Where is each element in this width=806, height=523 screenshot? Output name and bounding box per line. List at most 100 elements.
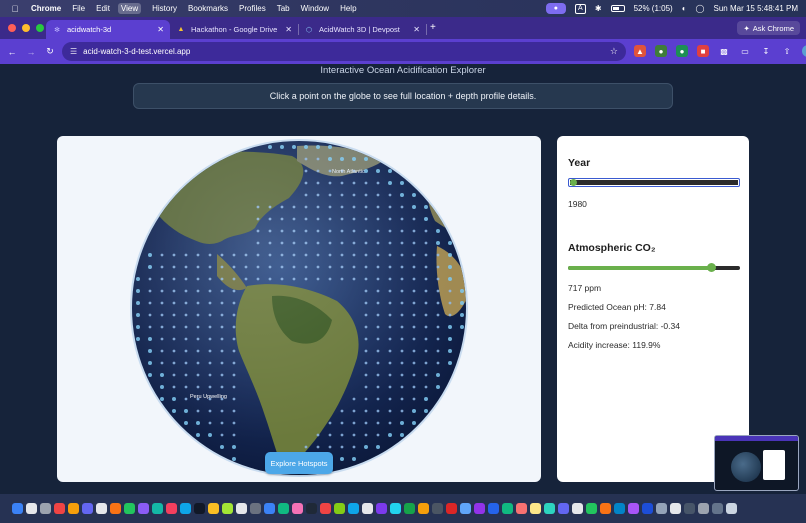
- share-icon[interactable]: ⇧: [781, 45, 793, 57]
- reload-icon[interactable]: ↻: [43, 46, 57, 57]
- dock-app-icon[interactable]: [96, 503, 107, 514]
- control-center-icon[interactable]: ◯: [696, 4, 705, 13]
- new-tab-button[interactable]: +: [430, 22, 436, 33]
- picture-in-picture-preview[interactable]: [714, 435, 799, 491]
- dock-app-icon[interactable]: [40, 503, 51, 514]
- dock-app-icon[interactable]: [152, 503, 163, 514]
- globe-label-south[interactable]: Peru Upwelling: [190, 394, 227, 400]
- menu-profiles[interactable]: Profiles: [239, 4, 266, 13]
- dock-app-icon[interactable]: [670, 503, 681, 514]
- dock-app-icon[interactable]: [712, 503, 723, 514]
- dock-app-icon[interactable]: [600, 503, 611, 514]
- dock-app-icon[interactable]: [488, 503, 499, 514]
- dock-app-icon[interactable]: [82, 503, 93, 514]
- menu-help[interactable]: Help: [340, 4, 356, 13]
- dock-app-icon[interactable]: [222, 503, 233, 514]
- menubar-datetime[interactable]: Sun Mar 15 5:48:41 PM: [714, 4, 799, 13]
- dock-app-icon[interactable]: [348, 503, 359, 514]
- dock-app-icon[interactable]: [502, 503, 513, 514]
- dock-app-icon[interactable]: [656, 503, 667, 514]
- dock-app-icon[interactable]: [26, 503, 37, 514]
- battery-icon[interactable]: [610, 5, 625, 12]
- dock-app-icon[interactable]: [642, 503, 653, 514]
- dock-app-icon[interactable]: [460, 503, 471, 514]
- dock-app-icon[interactable]: [194, 503, 205, 514]
- dock-app-icon[interactable]: [446, 503, 457, 514]
- wifi-icon[interactable]: ◐: [682, 4, 687, 13]
- extension-icon[interactable]: ●: [676, 45, 688, 57]
- address-bar[interactable]: ☰ acid-watch-3-d-test.vercel.app ☆: [62, 42, 626, 61]
- dock-app-icon[interactable]: [572, 503, 583, 514]
- dock-app-icon[interactable]: [684, 503, 695, 514]
- dock-app-icon[interactable]: [306, 503, 317, 514]
- forward-arrow-icon[interactable]: →: [24, 47, 38, 57]
- close-tab-icon[interactable]: ✕: [285, 25, 292, 34]
- battery-status[interactable]: 52% (1:05): [634, 4, 673, 13]
- dock-app-icon[interactable]: [236, 503, 247, 514]
- globe-label-north[interactable]: North Atlantic: [332, 169, 365, 175]
- url-text[interactable]: acid-watch-3-d-test.vercel.app: [83, 47, 190, 56]
- dock-app-icon[interactable]: [250, 503, 261, 514]
- bookmark-star-icon[interactable]: ☆: [610, 46, 618, 57]
- dock-app-icon[interactable]: [516, 503, 527, 514]
- dock-app-icon[interactable]: [110, 503, 121, 514]
- dock-app-icon[interactable]: [726, 503, 737, 514]
- dock-app-icon[interactable]: [320, 503, 331, 514]
- menu-window[interactable]: Window: [301, 4, 329, 13]
- screen-record-icon[interactable]: ●: [545, 3, 566, 14]
- co2-slider-thumb[interactable]: [706, 263, 716, 272]
- ask-chrome-button[interactable]: ✦ Ask Chrome: [737, 21, 800, 35]
- co2-slider[interactable]: [568, 263, 740, 272]
- menu-view[interactable]: View: [117, 3, 142, 14]
- menu-tab[interactable]: Tab: [277, 4, 290, 13]
- dock-app-icon[interactable]: [698, 503, 709, 514]
- dock-app-icon[interactable]: [530, 503, 541, 514]
- extension-icon[interactable]: ▲: [634, 45, 646, 57]
- close-window-button[interactable]: [8, 24, 16, 32]
- dock-app-icon[interactable]: [334, 503, 345, 514]
- download-icon[interactable]: ↧: [760, 45, 772, 57]
- dock-app-icon[interactable]: [68, 503, 79, 514]
- bluetooth-icon[interactable]: ✱: [595, 4, 602, 13]
- menu-history[interactable]: History: [152, 4, 177, 13]
- menu-bookmarks[interactable]: Bookmarks: [188, 4, 228, 13]
- dock-app-icon[interactable]: [54, 503, 65, 514]
- dock-app-icon[interactable]: [12, 503, 23, 514]
- fullscreen-window-button[interactable]: [36, 24, 44, 32]
- menu-app-name[interactable]: Chrome: [31, 4, 61, 13]
- site-settings-icon[interactable]: ☰: [70, 47, 77, 56]
- menu-edit[interactable]: Edit: [96, 4, 110, 13]
- tab-devpost[interactable]: ⬡ AcidWatch 3D | Devpost ✕: [298, 20, 427, 39]
- explore-hotspots-button[interactable]: Explore Hotspots: [265, 452, 333, 474]
- dock-app-icon[interactable]: [362, 503, 373, 514]
- cast-icon[interactable]: ▭: [739, 45, 751, 57]
- apple-icon[interactable]: : [9, 4, 21, 14]
- dock-app-icon[interactable]: [180, 503, 191, 514]
- dock-app-icon[interactable]: [264, 503, 275, 514]
- year-slider[interactable]: [568, 178, 740, 187]
- close-tab-icon[interactable]: ✕: [157, 25, 164, 34]
- dock-app-icon[interactable]: [404, 503, 415, 514]
- back-arrow-icon[interactable]: ←: [5, 47, 19, 57]
- dock-app-icon[interactable]: [558, 503, 569, 514]
- dock-app-icon[interactable]: [292, 503, 303, 514]
- dock-app-icon[interactable]: [138, 503, 149, 514]
- year-slider-thumb[interactable]: [570, 179, 578, 186]
- dock-app-icon[interactable]: [544, 503, 555, 514]
- dock-app-icon[interactable]: [390, 503, 401, 514]
- extension-icon[interactable]: ■: [697, 45, 709, 57]
- globe-svg[interactable]: North Atlantic Peru Upwelling: [57, 136, 541, 482]
- dock-app-icon[interactable]: [124, 503, 135, 514]
- dock-app-icon[interactable]: [278, 503, 289, 514]
- dock-app-icon[interactable]: [166, 503, 177, 514]
- input-source-icon[interactable]: A: [574, 3, 586, 14]
- dock-app-icon[interactable]: [432, 503, 443, 514]
- dock-app-icon[interactable]: [208, 503, 219, 514]
- minimize-window-button[interactable]: [22, 24, 30, 32]
- profile-avatar[interactable]: [802, 45, 806, 57]
- dock-app-icon[interactable]: [628, 503, 639, 514]
- dock-app-icon[interactable]: [376, 503, 387, 514]
- extensions-puzzle-icon[interactable]: ▩: [718, 45, 730, 57]
- dock-app-icon[interactable]: [418, 503, 429, 514]
- menu-file[interactable]: File: [72, 4, 85, 13]
